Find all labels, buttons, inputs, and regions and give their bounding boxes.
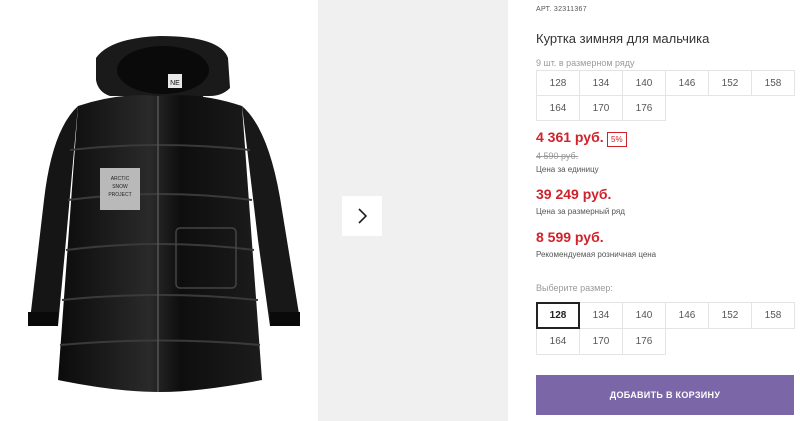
svg-text:NE: NE <box>170 80 180 87</box>
size-range-item: 164 <box>536 95 580 121</box>
row-price-caption: Цена за размерный ряд <box>536 207 625 216</box>
sku-label: АРТ. <box>536 6 552 13</box>
size-option[interactable]: 134 <box>579 302 623 329</box>
size-range-item: 176 <box>622 95 666 121</box>
size-option[interactable]: 152 <box>708 302 752 329</box>
size-select-label: Выберите размер: <box>536 283 613 293</box>
chevron-right-icon <box>358 208 368 224</box>
svg-text:PROJECT: PROJECT <box>108 192 131 198</box>
size-range-item: 158 <box>751 70 795 96</box>
size-range-grid: 128 134 140 146 152 158 164 170 176 <box>536 70 795 121</box>
size-range-item: 146 <box>665 70 709 96</box>
retail-price: 8 599 руб. <box>536 229 604 245</box>
row-price: 39 249 руб. <box>536 186 612 202</box>
svg-text:ARCTIC: ARCTIC <box>111 176 130 182</box>
size-range-item: 134 <box>579 70 623 96</box>
sku-value: 32311367 <box>553 6 587 13</box>
sku: АРТ. 32311367 <box>536 6 587 13</box>
size-select-grid: 128 134 140 146 152 158 164 170 176 <box>536 302 795 355</box>
size-option[interactable]: 164 <box>536 328 580 355</box>
size-range-item: 152 <box>708 70 752 96</box>
jacket-image: ARCTIC SNOW PROJECT NE <box>28 36 300 392</box>
product-title: Куртка зимняя для мальчика <box>536 31 710 46</box>
next-image-button[interactable] <box>342 196 382 236</box>
product-photo[interactable]: ARCTIC SNOW PROJECT NE <box>0 0 318 421</box>
size-range-item: 128 <box>536 70 580 96</box>
svg-text:SNOW: SNOW <box>112 184 128 190</box>
unit-price-caption: Цена за единицу <box>536 165 599 174</box>
add-to-cart-button[interactable]: ДОБАВИТЬ В КОРЗИНУ <box>536 375 794 415</box>
size-option[interactable]: 176 <box>622 328 666 355</box>
size-option[interactable]: 140 <box>622 302 666 329</box>
unit-price: 4 361 руб. <box>536 129 604 145</box>
size-count: 9 шт. в размерном ряду <box>536 58 635 68</box>
retail-price-caption: Рекомендуемая розничная цена <box>536 250 657 259</box>
size-range-item: 170 <box>579 95 623 121</box>
size-option[interactable]: 128 <box>536 302 580 329</box>
discount-badge: 5% <box>607 132 627 147</box>
size-option[interactable]: 146 <box>665 302 709 329</box>
size-range-item: 140 <box>622 70 666 96</box>
size-option[interactable]: 170 <box>579 328 623 355</box>
old-price: 4 590 руб. <box>536 151 579 161</box>
size-option[interactable]: 158 <box>751 302 795 329</box>
